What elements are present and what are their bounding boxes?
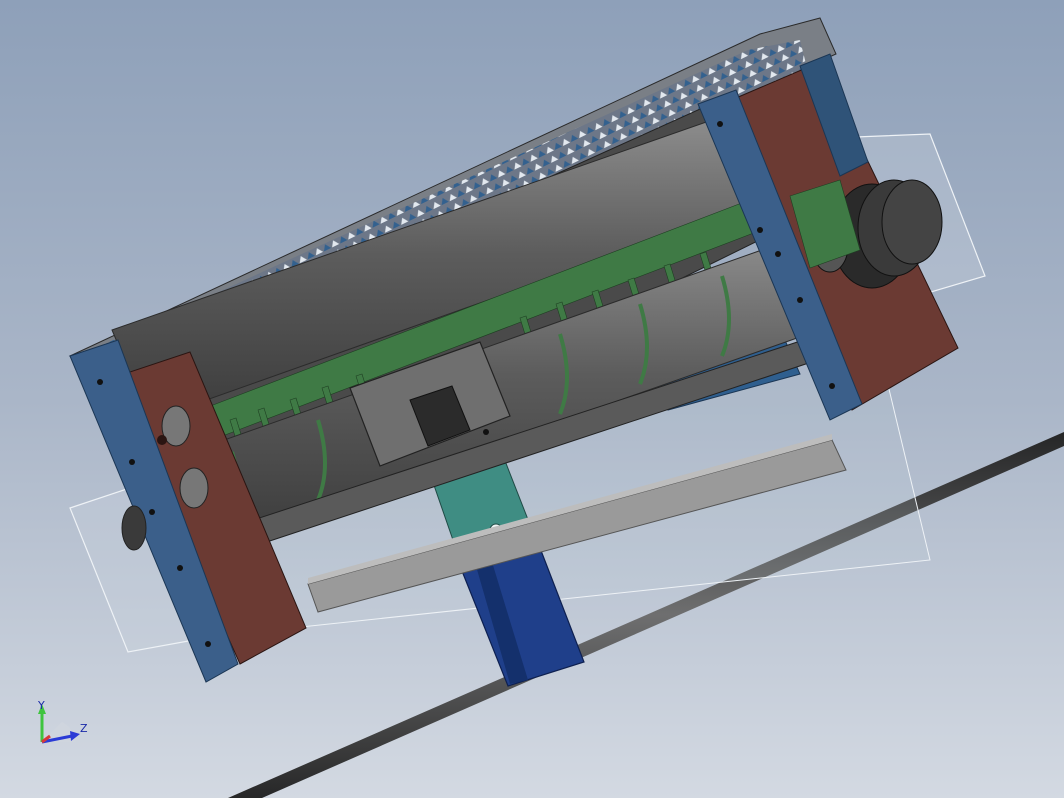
orientation-triad[interactable]: Y Z [22,696,102,766]
cad-viewport[interactable]: Y Z [0,0,1064,798]
model-view[interactable] [0,0,1064,798]
triad-svg: Y Z [37,699,88,744]
triad-y-label: Y [37,699,45,712]
triad-z-label: Z [80,722,88,735]
